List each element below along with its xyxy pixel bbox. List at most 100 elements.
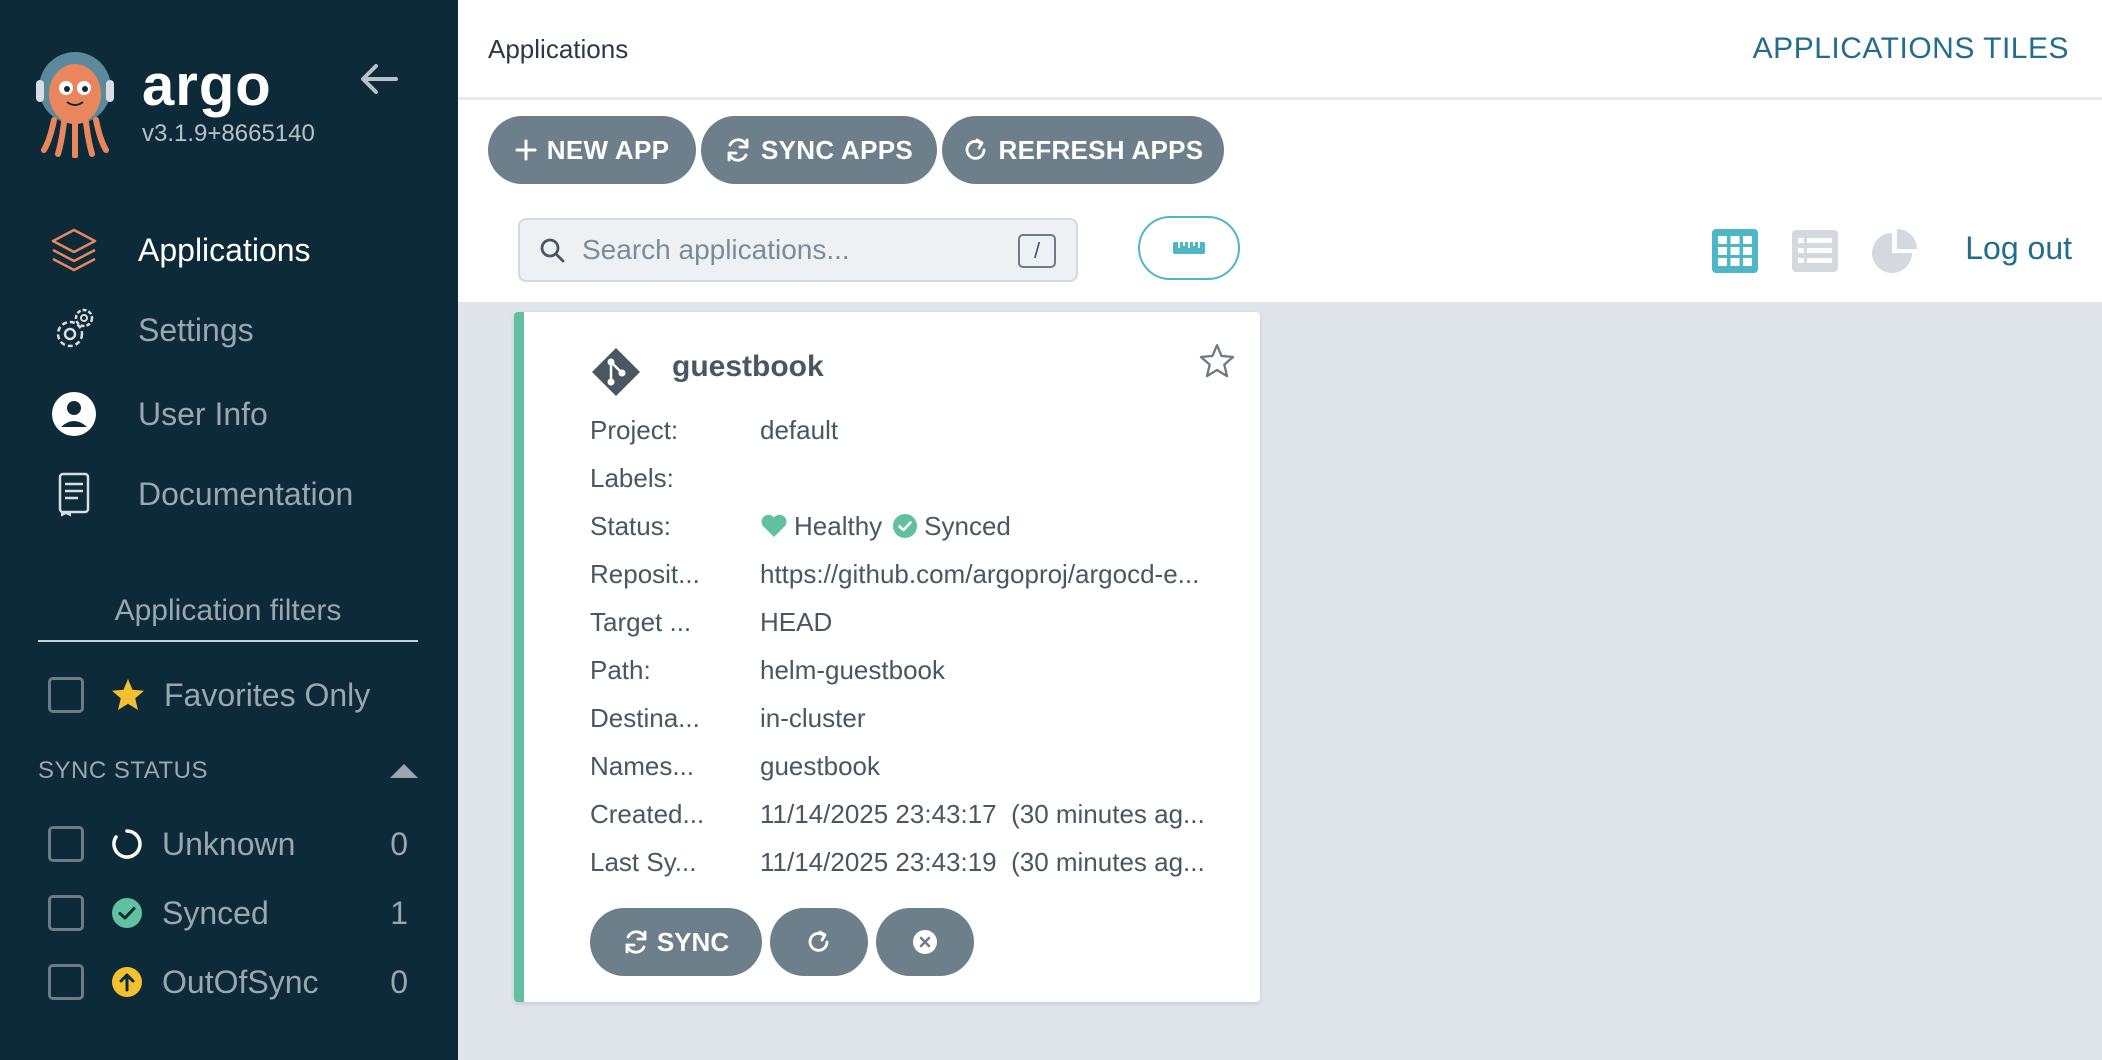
sync-status-title: SYNC STATUS [38,757,208,784]
application-filters-title: Application filters [38,594,418,642]
sidebar-item-label: Documentation [138,475,354,512]
app-name[interactable]: guestbook [672,350,824,384]
sync-button[interactable]: SYNC [590,908,762,976]
ruler-icon [1173,242,1205,254]
sync-icon [727,138,749,162]
sidebar-nav: Applications Settings User Info Document… [0,210,458,530]
filter-toggle-button[interactable] [1138,216,1240,280]
check-circle-icon [893,514,918,538]
detail-row-labels: Labels: [590,454,1230,502]
application-tile[interactable]: guestbook Project: default Labels: Statu… [514,312,1260,1002]
detail-value: 11/14/2025 23:43:17 (30 minutes ag... [760,798,1205,829]
detail-row-status: Status: Healthy Synced [590,502,1230,550]
heart-icon [761,514,787,537]
search-box: / [518,218,1078,282]
search-shortcut-key: / [1018,234,1056,268]
detail-key: Labels: [590,462,674,493]
sidebar: argo v3.1.9+8665140 Applications Setting… [0,0,458,1060]
sync-filter-checkbox[interactable] [48,964,84,1000]
new-app-button[interactable]: NEW APP [488,116,696,184]
search-icon [540,238,565,263]
sync-filter-unknown[interactable]: Unknown 0 [48,821,408,867]
sync-filter-synced[interactable]: Synced 1 [48,890,408,936]
detail-key: Target ... [590,606,692,637]
detail-key: Created... [590,798,705,829]
detail-key: Destina... [590,702,700,733]
list-view-button[interactable] [1790,226,1840,276]
sidebar-item-applications[interactable]: Applications [0,210,458,290]
gears-icon [48,304,100,356]
logout-link[interactable]: Log out [1965,230,2072,267]
sidebar-item-settings[interactable]: Settings [0,290,458,370]
sync-filter-count: 1 [390,894,408,931]
new-app-label: NEW APP [546,134,670,165]
detail-row-project: Project: default [590,406,1230,454]
sync-filter-checkbox[interactable] [48,895,84,931]
sync-apps-button[interactable]: SYNC APPS [701,116,937,184]
sync-filter-checkbox[interactable] [48,826,84,862]
sidebar-item-user-info[interactable]: User Info [0,370,458,458]
search-input[interactable] [580,233,1024,267]
sync-apps-label: SYNC APPS [761,134,913,165]
detail-row-created: Created... 11/14/2025 23:43:17 (30 minut… [590,790,1230,838]
brand-name: argo [142,53,272,118]
status-value: Healthy Synced [760,511,1230,542]
sidebar-item-label: Settings [138,311,254,348]
refresh-icon [808,930,829,952]
list-icon [1792,230,1838,272]
refresh-icon [965,138,985,160]
arrow-left-icon [361,64,398,94]
sync-button-label: SYNC [656,926,730,957]
favorites-only-filter[interactable]: Favorites Only [48,672,370,718]
close-circle-icon [913,930,937,954]
tiles-view-button[interactable] [1710,226,1760,276]
git-icon [590,346,642,398]
delete-button[interactable] [876,908,974,976]
sync-filter-count: 0 [390,825,408,862]
sync-status: Synced [924,510,1011,541]
health-status: Healthy [794,510,883,541]
sync-filter-label: Synced [162,894,269,931]
detail-key: Names... [590,750,695,781]
arrow-up-circle-icon [110,965,144,999]
user-circle-icon [48,388,100,440]
detail-key: Last Sy... [590,846,697,877]
sync-status-header: SYNC STATUS [38,756,418,786]
page-title: Applications [488,34,629,64]
sync-icon [625,930,647,954]
sync-filter-count: 0 [390,963,408,1000]
refresh-button[interactable] [770,908,868,976]
detail-row-destination: Destina... in-cluster [590,694,1230,742]
favorites-only-label: Favorites Only [164,676,371,713]
detail-value: HEAD [760,606,833,637]
collapse-sidebar-button[interactable] [356,56,402,102]
detail-key: Project: [590,414,679,445]
detail-value: default [760,414,839,445]
detail-value: 11/14/2025 23:43:19 (30 minutes ag... [760,846,1205,877]
detail-row-path: Path: helm-guestbook [590,646,1230,694]
sidebar-item-documentation[interactable]: Documentation [0,458,458,530]
plus-icon [515,139,537,161]
summary-view-button[interactable] [1870,226,1920,276]
book-icon [48,468,100,520]
detail-value: in-cluster [760,702,866,733]
sync-filter-label: OutOfSync [162,963,319,1000]
refresh-apps-button[interactable]: REFRESH APPS [942,116,1224,184]
star-outline-icon[interactable] [1198,342,1236,380]
version-label: v3.1.9+8665140 [142,120,315,147]
detail-value: https://github.com/argoproj/argocd-e... [760,558,1200,589]
toolbar: NEW APP SYNC APPS REFRESH APPS / [458,100,2102,302]
detail-key: Reposit... [590,558,700,589]
detail-key: Status: [590,510,671,541]
sync-filter-outofsync[interactable]: OutOfSync 0 [48,959,408,1005]
detail-value: helm-guestbook [760,654,945,685]
collapse-caret-icon[interactable] [390,764,418,778]
detail-row-repository: Reposit... https://github.com/argoproj/a… [590,550,1230,598]
layers-icon [48,224,100,276]
favorites-only-checkbox[interactable] [48,677,84,713]
top-bar: Applications APPLICATIONS TILES [458,0,2102,100]
sidebar-item-label: Applications [138,231,311,268]
star-icon [110,677,146,713]
detail-row-namespace: Names... guestbook [590,742,1230,790]
check-circle-icon [110,896,144,930]
